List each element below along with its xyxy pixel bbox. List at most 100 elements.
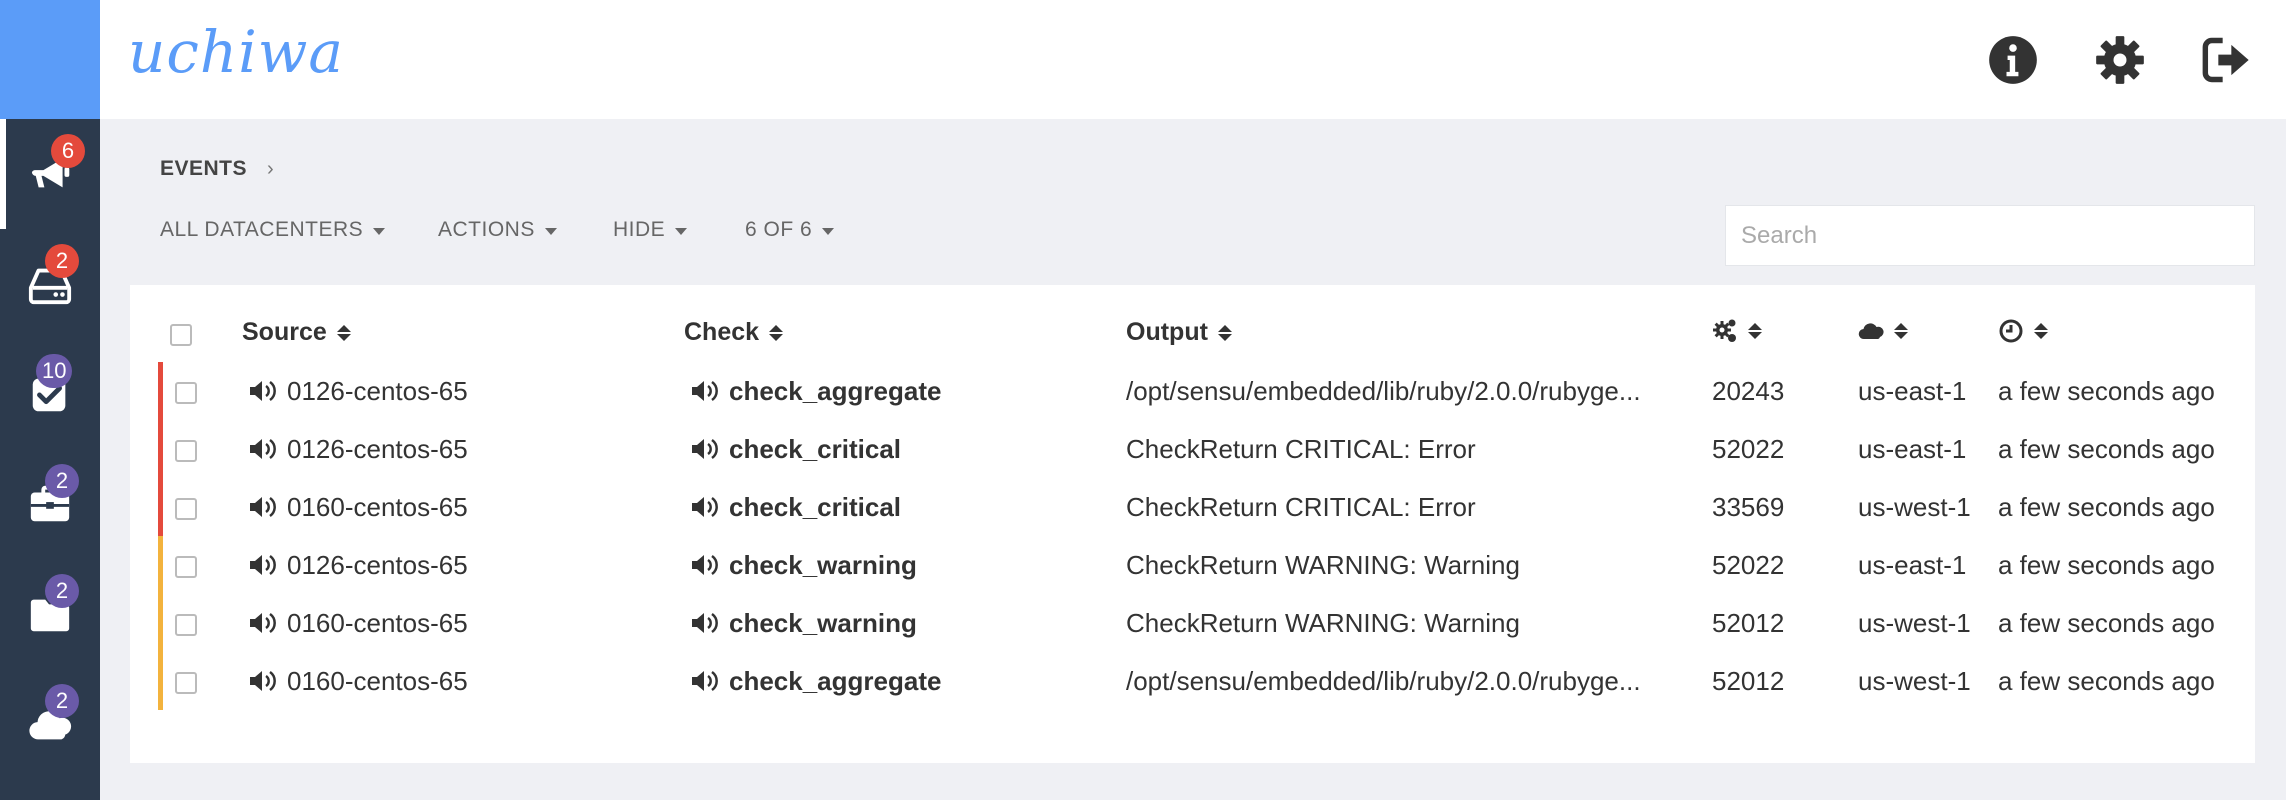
actions-dropdown[interactable]: ACTIONS bbox=[438, 218, 557, 242]
source-link[interactable]: 0160-centos-65 bbox=[287, 608, 468, 639]
hide-dropdown[interactable]: HIDE bbox=[613, 218, 688, 242]
datacenter-name: us-west-1 bbox=[1858, 492, 1971, 522]
row-checkbox[interactable] bbox=[175, 498, 197, 520]
table-row[interactable]: 0160-centos-65 check_critical CheckRetur… bbox=[130, 478, 2255, 536]
sort-icon bbox=[336, 324, 351, 341]
occurrences-count: 20243 bbox=[1712, 376, 1785, 406]
top-header: uchiwa bbox=[100, 0, 2286, 119]
aggregates-badge: 2 bbox=[45, 574, 79, 608]
chevron-right-icon: › bbox=[267, 157, 275, 180]
volume-icon bbox=[250, 554, 276, 576]
datacenter-name: us-west-1 bbox=[1858, 666, 1971, 696]
occurrences-count: 52012 bbox=[1712, 666, 1785, 696]
row-checkbox[interactable] bbox=[175, 614, 197, 636]
brand-logo[interactable]: uchiwa bbox=[128, 18, 344, 86]
volume-icon bbox=[692, 612, 718, 634]
event-time: a few seconds ago bbox=[1998, 376, 2215, 406]
clock-icon bbox=[1999, 319, 2023, 343]
sidebar-item-clients[interactable]: 2 bbox=[0, 229, 100, 339]
logout-button[interactable] bbox=[2200, 33, 2254, 87]
caret-down-icon bbox=[675, 227, 688, 235]
sort-icon bbox=[1894, 323, 1908, 339]
info-button[interactable] bbox=[1986, 33, 2040, 87]
table-row[interactable]: 0160-centos-65 check_warning CheckReturn… bbox=[130, 594, 2255, 652]
settings-button[interactable] bbox=[2093, 33, 2147, 87]
datacenter-filter-label: ALL DATACENTERS bbox=[160, 218, 364, 241]
output-text: CheckReturn CRITICAL: Error bbox=[1126, 434, 1476, 464]
column-header-occurrences[interactable] bbox=[1712, 318, 1762, 344]
datacenter-name: us-east-1 bbox=[1858, 550, 1967, 580]
column-header-check[interactable]: Check bbox=[684, 318, 784, 347]
source-link[interactable]: 0126-centos-65 bbox=[287, 434, 468, 465]
search-input[interactable] bbox=[1725, 205, 2255, 266]
logo-block bbox=[0, 0, 100, 119]
source-link[interactable]: 0126-centos-65 bbox=[287, 376, 468, 407]
column-header-source[interactable]: Source bbox=[242, 318, 351, 347]
occurrences-count: 52022 bbox=[1712, 434, 1785, 464]
column-header-datacenter[interactable] bbox=[1858, 318, 1908, 344]
output-text: CheckReturn WARNING: Warning bbox=[1126, 608, 1520, 638]
row-checkbox[interactable] bbox=[175, 440, 197, 462]
row-checkbox[interactable] bbox=[175, 382, 197, 404]
table-row[interactable]: 0126-centos-65 check_critical CheckRetur… bbox=[130, 420, 2255, 478]
source-link[interactable]: 0126-centos-65 bbox=[287, 550, 468, 581]
event-time: a few seconds ago bbox=[1998, 666, 2215, 696]
datacenter-filter-dropdown[interactable]: ALL DATACENTERS bbox=[160, 218, 386, 242]
cloud-icon bbox=[1858, 323, 1884, 340]
sort-icon bbox=[1217, 324, 1232, 341]
status-bar-critical bbox=[158, 362, 163, 420]
check-link[interactable]: check_critical bbox=[729, 492, 901, 523]
source-link[interactable]: 0160-centos-65 bbox=[287, 492, 468, 523]
breadcrumb: EVENTS › bbox=[160, 157, 274, 181]
datacenter-name: us-west-1 bbox=[1858, 608, 1971, 638]
sidebar-item-aggregates[interactable]: 2 bbox=[0, 559, 100, 669]
row-checkbox[interactable] bbox=[175, 672, 197, 694]
volume-icon bbox=[692, 380, 718, 402]
volume-icon bbox=[250, 380, 276, 402]
column-header-output[interactable]: Output bbox=[1126, 318, 1232, 347]
volume-icon bbox=[250, 612, 276, 634]
table-row[interactable]: 0126-centos-65 check_aggregate /opt/sens… bbox=[130, 362, 2255, 420]
volume-icon bbox=[692, 554, 718, 576]
output-header-label: Output bbox=[1126, 318, 1208, 346]
volume-icon bbox=[250, 670, 276, 692]
status-bar-warning bbox=[158, 536, 163, 594]
sidebar-item-stashes[interactable]: 2 bbox=[0, 449, 100, 559]
hide-label: HIDE bbox=[613, 218, 666, 241]
table-row[interactable]: 0126-centos-65 check_warning CheckReturn… bbox=[130, 536, 2255, 594]
volume-icon bbox=[692, 496, 718, 518]
check-link[interactable]: check_warning bbox=[729, 608, 917, 639]
status-bar-warning bbox=[158, 652, 163, 710]
occurrences-count: 52022 bbox=[1712, 550, 1785, 580]
event-time: a few seconds ago bbox=[1998, 550, 2215, 580]
output-text: CheckReturn CRITICAL: Error bbox=[1126, 492, 1476, 522]
gears-icon bbox=[1713, 319, 1736, 342]
gear-icon bbox=[2096, 36, 2144, 84]
check-link[interactable]: check_aggregate bbox=[729, 666, 941, 697]
volume-icon bbox=[250, 496, 276, 518]
volume-icon bbox=[692, 670, 718, 692]
row-checkbox[interactable] bbox=[175, 556, 197, 578]
column-header-time[interactable] bbox=[1998, 318, 2048, 344]
breadcrumb-events[interactable]: EVENTS bbox=[160, 157, 247, 181]
sidebar-item-checks[interactable]: 10 bbox=[0, 339, 100, 449]
stashes-badge: 2 bbox=[45, 464, 79, 498]
source-link[interactable]: 0160-centos-65 bbox=[287, 666, 468, 697]
sort-icon bbox=[2034, 323, 2048, 339]
event-time: a few seconds ago bbox=[1998, 434, 2215, 464]
caret-down-icon bbox=[822, 227, 835, 235]
table-row[interactable]: 0160-centos-65 check_aggregate /opt/sens… bbox=[130, 652, 2255, 710]
check-link[interactable]: check_warning bbox=[729, 550, 917, 581]
sidebar-item-datacenters[interactable]: 2 bbox=[0, 669, 100, 779]
output-text: /opt/sensu/embedded/lib/ruby/2.0.0/rubyg… bbox=[1126, 376, 1641, 406]
check-header-label: Check bbox=[684, 318, 760, 346]
select-all-checkbox[interactable] bbox=[170, 324, 192, 346]
sidebar-item-events[interactable]: 6 bbox=[0, 119, 100, 229]
event-time: a few seconds ago bbox=[1998, 608, 2215, 638]
datacenter-name: us-east-1 bbox=[1858, 434, 1967, 464]
check-link[interactable]: check_aggregate bbox=[729, 376, 941, 407]
limit-dropdown[interactable]: 6 OF 6 bbox=[745, 218, 835, 242]
caret-down-icon bbox=[544, 227, 557, 235]
check-link[interactable]: check_critical bbox=[729, 434, 901, 465]
clients-badge: 2 bbox=[45, 244, 79, 278]
